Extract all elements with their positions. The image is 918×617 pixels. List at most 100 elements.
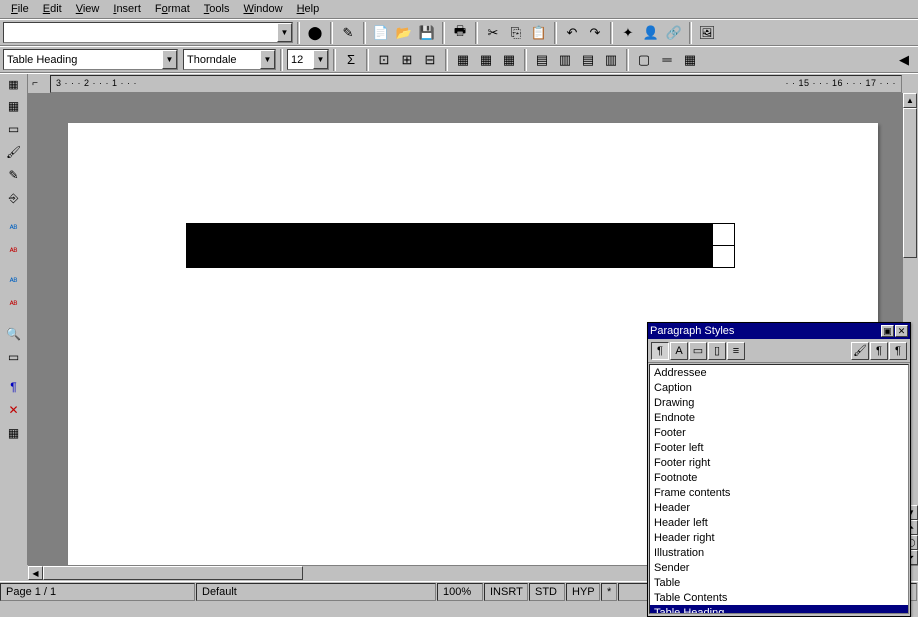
status-zoom[interactable]: 100% xyxy=(437,583,483,601)
stop-button[interactable]: ⬤ xyxy=(304,22,326,44)
scroll-thumb[interactable] xyxy=(43,566,303,580)
frame-style-tab[interactable]: ▭ xyxy=(689,342,707,360)
paragraph-style-item[interactable]: Table Contents xyxy=(650,590,908,605)
status-hyp[interactable]: HYP xyxy=(566,583,600,601)
paragraph-style-item[interactable]: Illustration xyxy=(650,545,908,560)
paragraph-style-item[interactable]: Drawing xyxy=(650,395,908,410)
edit-button[interactable]: ✎ xyxy=(337,22,359,44)
find-button[interactable]: ᴬᴮ xyxy=(3,270,25,292)
update-style-button[interactable]: ¶ xyxy=(889,342,907,360)
font-combo[interactable]: Thorndale ▼ xyxy=(183,49,276,70)
menu-file[interactable]: File xyxy=(4,1,36,17)
scroll-up-button[interactable]: ▲ xyxy=(903,93,917,108)
open-button[interactable]: 📂 xyxy=(393,22,415,44)
toolbar-collapse-button[interactable]: ◀ xyxy=(893,49,915,71)
paragraph-style-item[interactable]: Table Heading xyxy=(650,605,908,614)
nonprinting-button[interactable]: ¶ xyxy=(3,376,25,398)
paragraph-style-item[interactable]: Header right xyxy=(650,530,908,545)
borders-button[interactable]: ▢ xyxy=(633,49,655,71)
paragraph-styles-window[interactable]: Paragraph Styles ▣ ✕ ¶ A ▭ ▯ ≡ 🖌 ¶ ¶ Add… xyxy=(647,322,911,617)
paragraph-style-item[interactable]: Footnote xyxy=(650,470,908,485)
table-cell[interactable] xyxy=(187,224,713,246)
num-style-tab[interactable]: ≡ xyxy=(727,342,745,360)
paragraph-style-item[interactable]: Footer left xyxy=(650,440,908,455)
document-table[interactable] xyxy=(186,223,735,268)
hyperlink-button[interactable]: 🔗 xyxy=(663,22,685,44)
dock-button[interactable]: ▣ xyxy=(881,325,894,337)
new-button[interactable]: 📄 xyxy=(370,22,392,44)
chevron-down-icon[interactable]: ▼ xyxy=(260,50,275,69)
paragraph-style-item[interactable]: Frame contents xyxy=(650,485,908,500)
paragraph-style-item[interactable]: Addressee xyxy=(650,365,908,380)
ruler-corner-button[interactable]: ▦ xyxy=(0,74,28,94)
paragraph-style-item[interactable]: Footer right xyxy=(650,455,908,470)
web-layout-button[interactable]: ▦ xyxy=(3,422,25,444)
table-row[interactable] xyxy=(187,246,735,268)
scroll-left-button[interactable]: ◀ xyxy=(28,566,43,580)
close-button[interactable]: ✕ xyxy=(895,325,908,337)
autospell-button[interactable]: ᴬᴮ xyxy=(3,240,25,262)
insert-col-button[interactable]: ▥ xyxy=(554,49,576,71)
status-insert[interactable]: INSRT xyxy=(484,583,528,601)
delete-row-button[interactable]: ▤ xyxy=(577,49,599,71)
navigator-button[interactable]: ✦ xyxy=(617,22,639,44)
sum-button[interactable]: Σ xyxy=(340,49,362,71)
bgcolor-button[interactable]: ▦ xyxy=(679,49,701,71)
merge-button[interactable]: ⊡ xyxy=(373,49,395,71)
spellcheck-button[interactable]: ᴬᴮ xyxy=(3,217,25,239)
row-bottom-button[interactable]: ▦ xyxy=(498,49,520,71)
chevron-down-icon[interactable]: ▼ xyxy=(313,50,328,69)
replace-button[interactable]: ᴬᴮ xyxy=(3,293,25,315)
paragraph-style-item[interactable]: Header xyxy=(650,500,908,515)
paragraph-styles-titlebar[interactable]: Paragraph Styles ▣ ✕ xyxy=(648,323,910,339)
delete-col-button[interactable]: ▥ xyxy=(600,49,622,71)
insert-frame-button[interactable]: ▭ xyxy=(3,118,25,140)
menu-window[interactable]: Window xyxy=(236,1,289,17)
paragraph-style-item[interactable]: Table xyxy=(650,575,908,590)
paragraph-style-item[interactable]: Footer xyxy=(650,425,908,440)
para-style-tab[interactable]: ¶ xyxy=(651,342,669,360)
datasource-button[interactable]: ▭ xyxy=(3,346,25,368)
table-cell[interactable] xyxy=(187,246,713,268)
tab-type-button[interactable]: ⌐ xyxy=(28,74,42,93)
char-style-tab[interactable]: A xyxy=(670,342,688,360)
style-combo[interactable]: Table Heading ▼ xyxy=(3,49,178,70)
split-button[interactable]: ⊞ xyxy=(396,49,418,71)
stylist-button[interactable]: 👤 xyxy=(640,22,662,44)
menu-tools[interactable]: Tools xyxy=(197,1,237,17)
cut-button[interactable]: ✂ xyxy=(482,22,504,44)
row-center-button[interactable]: ▦ xyxy=(475,49,497,71)
table-row[interactable] xyxy=(187,224,735,246)
insert-table-button[interactable]: ▦ xyxy=(3,95,25,117)
insert-graphic-button[interactable]: 🖌 xyxy=(3,141,25,163)
optimize-button[interactable]: ⊟ xyxy=(419,49,441,71)
new-style-button[interactable]: ¶ xyxy=(870,342,888,360)
url-combo[interactable]: ▼ xyxy=(3,22,293,43)
horizontal-ruler[interactable]: 3 · · · 2 · · · 1 · · · · · 15 · · · 16 … xyxy=(50,75,902,93)
chevron-down-icon[interactable]: ▼ xyxy=(277,23,292,42)
menu-format[interactable]: Format xyxy=(148,1,197,17)
status-template[interactable]: Default xyxy=(196,583,436,601)
redo-button[interactable]: ↷ xyxy=(584,22,606,44)
page-style-tab[interactable]: ▯ xyxy=(708,342,726,360)
copy-button[interactable]: ⎘ xyxy=(505,22,527,44)
row-top-button[interactable]: ▦ xyxy=(452,49,474,71)
paragraph-styles-list[interactable]: AddresseeCaptionDrawingEndnoteFooterFoot… xyxy=(649,364,909,614)
search-button[interactable]: 🔍 xyxy=(3,323,25,345)
paragraph-style-item[interactable]: Caption xyxy=(650,380,908,395)
table-cell[interactable] xyxy=(713,246,735,268)
menu-edit[interactable]: Edit xyxy=(36,1,69,17)
undo-button[interactable]: ↶ xyxy=(561,22,583,44)
graphics-off-button[interactable]: ✕ xyxy=(3,399,25,421)
print-button[interactable]: 🖶 xyxy=(449,22,471,44)
gallery-button[interactable]: 🖼 xyxy=(696,22,718,44)
menu-view[interactable]: View xyxy=(69,1,107,17)
paragraph-style-item[interactable]: Header left xyxy=(650,515,908,530)
size-combo[interactable]: 12 ▼ xyxy=(287,49,329,70)
insert-field-button[interactable]: ✎ xyxy=(3,164,25,186)
status-selection[interactable]: STD xyxy=(529,583,565,601)
paragraph-style-item[interactable]: Endnote xyxy=(650,410,908,425)
insert-row-button[interactable]: ▤ xyxy=(531,49,553,71)
paragraph-style-item[interactable]: Sender xyxy=(650,560,908,575)
linestyle-button[interactable]: ═ xyxy=(656,49,678,71)
